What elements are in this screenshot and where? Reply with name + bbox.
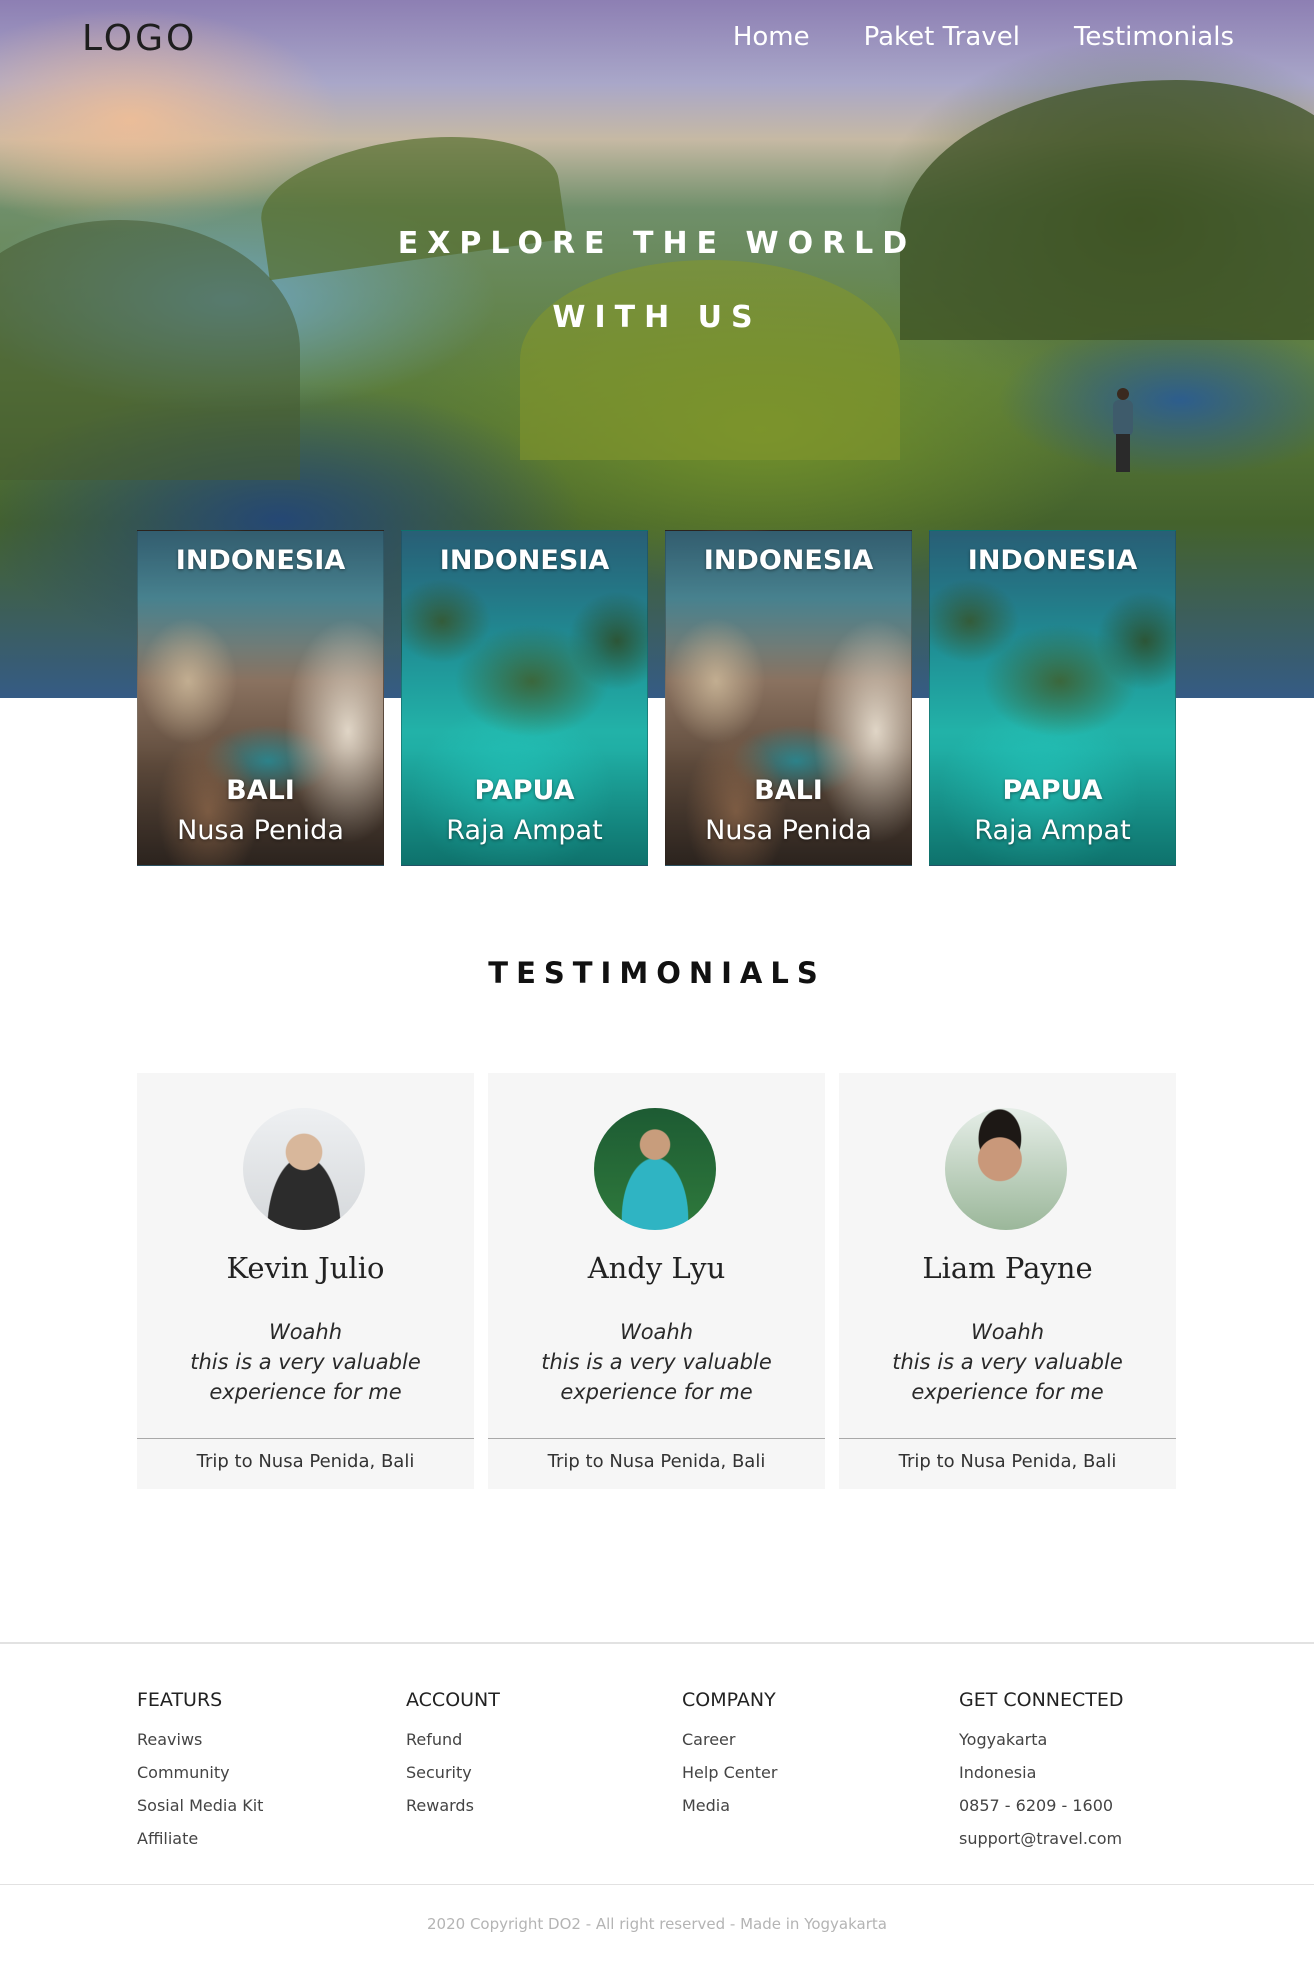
main-nav: Home Paket Travel Testimonials	[733, 22, 1234, 52]
footer-divider	[0, 1884, 1314, 1885]
quote-line: Woahh	[619, 1320, 694, 1344]
quote-line: this is a very valuable	[190, 1350, 421, 1374]
footer-link[interactable]: Sosial Media Kit	[137, 1789, 263, 1822]
footer-link[interactable]: Media	[682, 1789, 777, 1822]
footer-heading: GET CONNECTED	[959, 1689, 1124, 1711]
footer-link[interactable]: Career	[682, 1723, 777, 1756]
testimonial-card: Kevin Julio Woahh this is a very valuabl…	[137, 1073, 474, 1489]
card-country: INDONESIA	[703, 545, 874, 576]
testimonial-name: Andy Lyu	[587, 1251, 726, 1285]
destination-card[interactable]: INDONESIA BALI Nusa Penida	[665, 530, 912, 866]
divider	[488, 1438, 825, 1439]
destination-cards: INDONESIA BALI Nusa Penida INDONESIA PAP…	[137, 530, 1177, 866]
copyright-text: 2020 Copyright DO2 - All right reserved …	[427, 1915, 887, 1933]
footer-heading: COMPANY	[682, 1689, 776, 1711]
testimonial-trip: Trip to Nusa Penida, Bali	[547, 1451, 766, 1472]
hero-title-line2: WITH US	[552, 300, 762, 335]
footer-link[interactable]: Affiliate	[137, 1822, 263, 1855]
card-region: PAPUA	[474, 775, 575, 806]
testimonial-name: Liam Payne	[922, 1251, 1093, 1285]
card-region: BALI	[226, 775, 295, 806]
testimonial-card: Liam Payne Woahh this is a very valuable…	[839, 1073, 1176, 1489]
avatar	[594, 1108, 716, 1230]
testimonials-title: TESTIMONIALS	[488, 956, 826, 990]
quote-line: experience for me	[209, 1380, 402, 1404]
card-place: Raja Ampat	[446, 815, 603, 846]
nav-link-home[interactable]: Home	[733, 22, 810, 52]
nav-link-testimonials[interactable]: Testimonials	[1074, 22, 1234, 52]
footer-column-account: ACCOUNT Refund Security Rewards	[406, 1689, 500, 1822]
footer-column-featurs: FEATURS Reaviws Community Sosial Media K…	[137, 1689, 263, 1855]
footer-link[interactable]: Help Center	[682, 1756, 777, 1789]
quote-line: Woahh	[970, 1320, 1045, 1344]
footer-link[interactable]: Refund	[406, 1723, 500, 1756]
card-country: INDONESIA	[967, 545, 1138, 576]
quote-line: Woahh	[268, 1320, 343, 1344]
quote-line: this is a very valuable	[541, 1350, 772, 1374]
divider	[137, 1438, 474, 1439]
testimonials-list: Kevin Julio Woahh this is a very valuabl…	[137, 1073, 1177, 1489]
avatar	[945, 1108, 1067, 1230]
destination-card[interactable]: INDONESIA BALI Nusa Penida	[137, 530, 384, 866]
testimonial-quote: Woahh this is a very valuable experience…	[859, 1317, 1156, 1407]
footer-link[interactable]: Community	[137, 1756, 263, 1789]
testimonial-trip: Trip to Nusa Penida, Bali	[898, 1451, 1117, 1472]
card-place: Nusa Penida	[705, 815, 872, 846]
hero-hill	[520, 260, 900, 460]
testimonial-quote: Woahh this is a very valuable experience…	[157, 1317, 454, 1407]
site-logo[interactable]: LOGO	[82, 18, 197, 59]
avatar	[243, 1108, 365, 1230]
quote-line: experience for me	[560, 1380, 753, 1404]
footer-heading: ACCOUNT	[406, 1689, 500, 1711]
footer-link[interactable]: Rewards	[406, 1789, 500, 1822]
card-region: PAPUA	[1002, 775, 1103, 806]
testimonial-quote: Woahh this is a very valuable experience…	[508, 1317, 805, 1407]
footer-column-get-connected: GET CONNECTED Yogyakarta Indonesia 0857 …	[959, 1689, 1124, 1855]
footer-heading: FEATURS	[137, 1689, 223, 1711]
footer-column-company: COMPANY Career Help Center Media	[682, 1689, 777, 1822]
quote-line: experience for me	[911, 1380, 1104, 1404]
testimonial-card: Andy Lyu Woahh this is a very valuable e…	[488, 1073, 825, 1489]
hero-hiker-figure	[1108, 388, 1136, 474]
card-place: Nusa Penida	[177, 815, 344, 846]
footer-email[interactable]: support@travel.com	[959, 1822, 1124, 1855]
hero-title-line1: EXPLORE THE WORLD	[397, 226, 917, 261]
divider	[839, 1438, 1176, 1439]
footer-link[interactable]: Reaviws	[137, 1723, 263, 1756]
card-country: INDONESIA	[439, 545, 610, 576]
footer-link[interactable]: Security	[406, 1756, 500, 1789]
quote-line: this is a very valuable	[892, 1350, 1123, 1374]
testimonial-name: Kevin Julio	[226, 1251, 385, 1285]
footer-phone[interactable]: 0857 - 6209 - 1600	[959, 1789, 1124, 1822]
footer-country: Indonesia	[959, 1763, 1037, 1782]
card-region: BALI	[754, 775, 823, 806]
footer-city: Yogyakarta	[959, 1730, 1048, 1749]
destination-card[interactable]: INDONESIA PAPUA Raja Ampat	[929, 530, 1176, 866]
nav-link-paket-travel[interactable]: Paket Travel	[864, 22, 1020, 52]
card-place: Raja Ampat	[974, 815, 1131, 846]
destination-card[interactable]: INDONESIA PAPUA Raja Ampat	[401, 530, 648, 866]
footer-divider	[0, 1642, 1314, 1644]
testimonial-trip: Trip to Nusa Penida, Bali	[196, 1451, 415, 1472]
card-country: INDONESIA	[175, 545, 346, 576]
